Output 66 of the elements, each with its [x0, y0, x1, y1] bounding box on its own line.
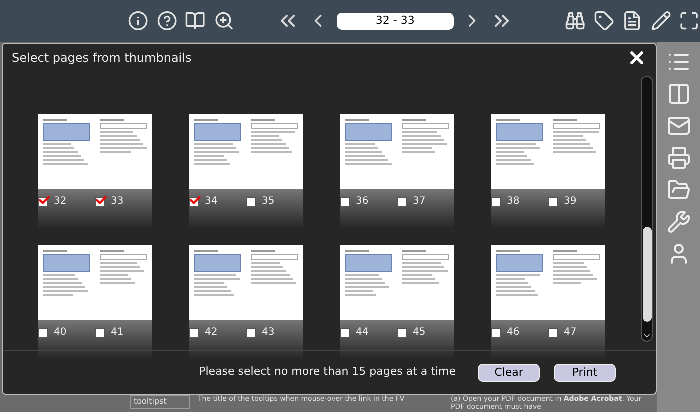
page-checkbox[interactable] [38, 197, 48, 207]
page-checkbox[interactable] [548, 328, 558, 338]
page-checkbox[interactable] [38, 328, 48, 338]
page-thumbnail[interactable] [397, 245, 454, 320]
page-number: 38 [507, 197, 520, 207]
document-icon[interactable] [622, 9, 643, 33]
page-checkbox[interactable] [548, 197, 558, 207]
page-thumbnail[interactable] [95, 114, 152, 189]
scrollbar-thumb[interactable] [642, 227, 652, 322]
page-thumbnail[interactable] [95, 245, 152, 320]
page-number: 39 [564, 197, 577, 207]
tag-icon[interactable] [594, 9, 614, 33]
page-thumbnail[interactable] [491, 245, 548, 320]
page-number: 44 [356, 328, 369, 338]
page-thumbnail[interactable] [189, 245, 246, 320]
folder-icon[interactable] [666, 178, 690, 202]
page-checkbox[interactable] [340, 328, 350, 338]
info-icon[interactable] [128, 9, 149, 33]
selection-limit-message: Please select no more than 15 pages at a time [199, 364, 456, 380]
page-checkbox[interactable] [397, 328, 407, 338]
page-number: 35 [262, 197, 275, 207]
page-checkbox[interactable] [397, 197, 407, 207]
print-icon[interactable] [666, 146, 690, 170]
page-thumbnail[interactable] [189, 114, 246, 189]
page-number: 41 [111, 328, 124, 338]
page-checkbox[interactable] [340, 197, 350, 207]
page-number: 34 [205, 197, 218, 207]
scrollbar[interactable] [641, 76, 653, 342]
page-thumbnail[interactable] [38, 245, 95, 320]
page-number: 43 [262, 328, 275, 338]
page-checkbox[interactable] [95, 328, 105, 338]
page-thumbnail[interactable] [246, 245, 303, 320]
help-icon[interactable] [156, 9, 178, 33]
dialog-button[interactable]: Clear [478, 364, 540, 382]
page-thumbnail[interactable] [397, 114, 454, 189]
page-thumbnail[interactable] [340, 114, 397, 189]
page-thumbnail[interactable] [491, 114, 548, 189]
page-number: 33 [111, 197, 124, 207]
page-thumbnail[interactable] [548, 245, 605, 320]
page-number: 37 [413, 197, 426, 207]
mail-icon[interactable] [666, 114, 690, 138]
page-checkbox[interactable] [246, 328, 256, 338]
page-checkbox[interactable] [189, 328, 199, 338]
table-cell: tooltipst [130, 395, 190, 409]
page-number: 42 [205, 328, 218, 338]
page-number: 45 [413, 328, 426, 338]
two-page-icon[interactable] [666, 82, 690, 106]
page-checkbox[interactable] [189, 197, 199, 207]
page-number: 40 [54, 328, 67, 338]
page-field[interactable]: 32 - 33 [336, 12, 454, 30]
page-thumbnail[interactable] [38, 114, 95, 189]
page-number: 32 [54, 197, 67, 207]
dialog-button[interactable]: Print [554, 364, 616, 382]
page-checkbox[interactable] [246, 197, 256, 207]
page-number: 46 [507, 328, 520, 338]
page-thumbnail[interactable] [246, 114, 303, 189]
page-thumbnail[interactable] [548, 114, 605, 189]
page-checkbox[interactable] [95, 197, 105, 207]
pencil-icon[interactable] [650, 9, 672, 33]
page-number: 36 [356, 197, 369, 207]
page-thumbnail[interactable] [340, 245, 397, 320]
page-checkbox[interactable] [491, 328, 501, 338]
page-checkbox[interactable] [491, 197, 501, 207]
wrench-icon[interactable] [666, 210, 690, 234]
page-number: 47 [564, 328, 577, 338]
dialog-title: Select pages from thumbnails [12, 50, 192, 67]
